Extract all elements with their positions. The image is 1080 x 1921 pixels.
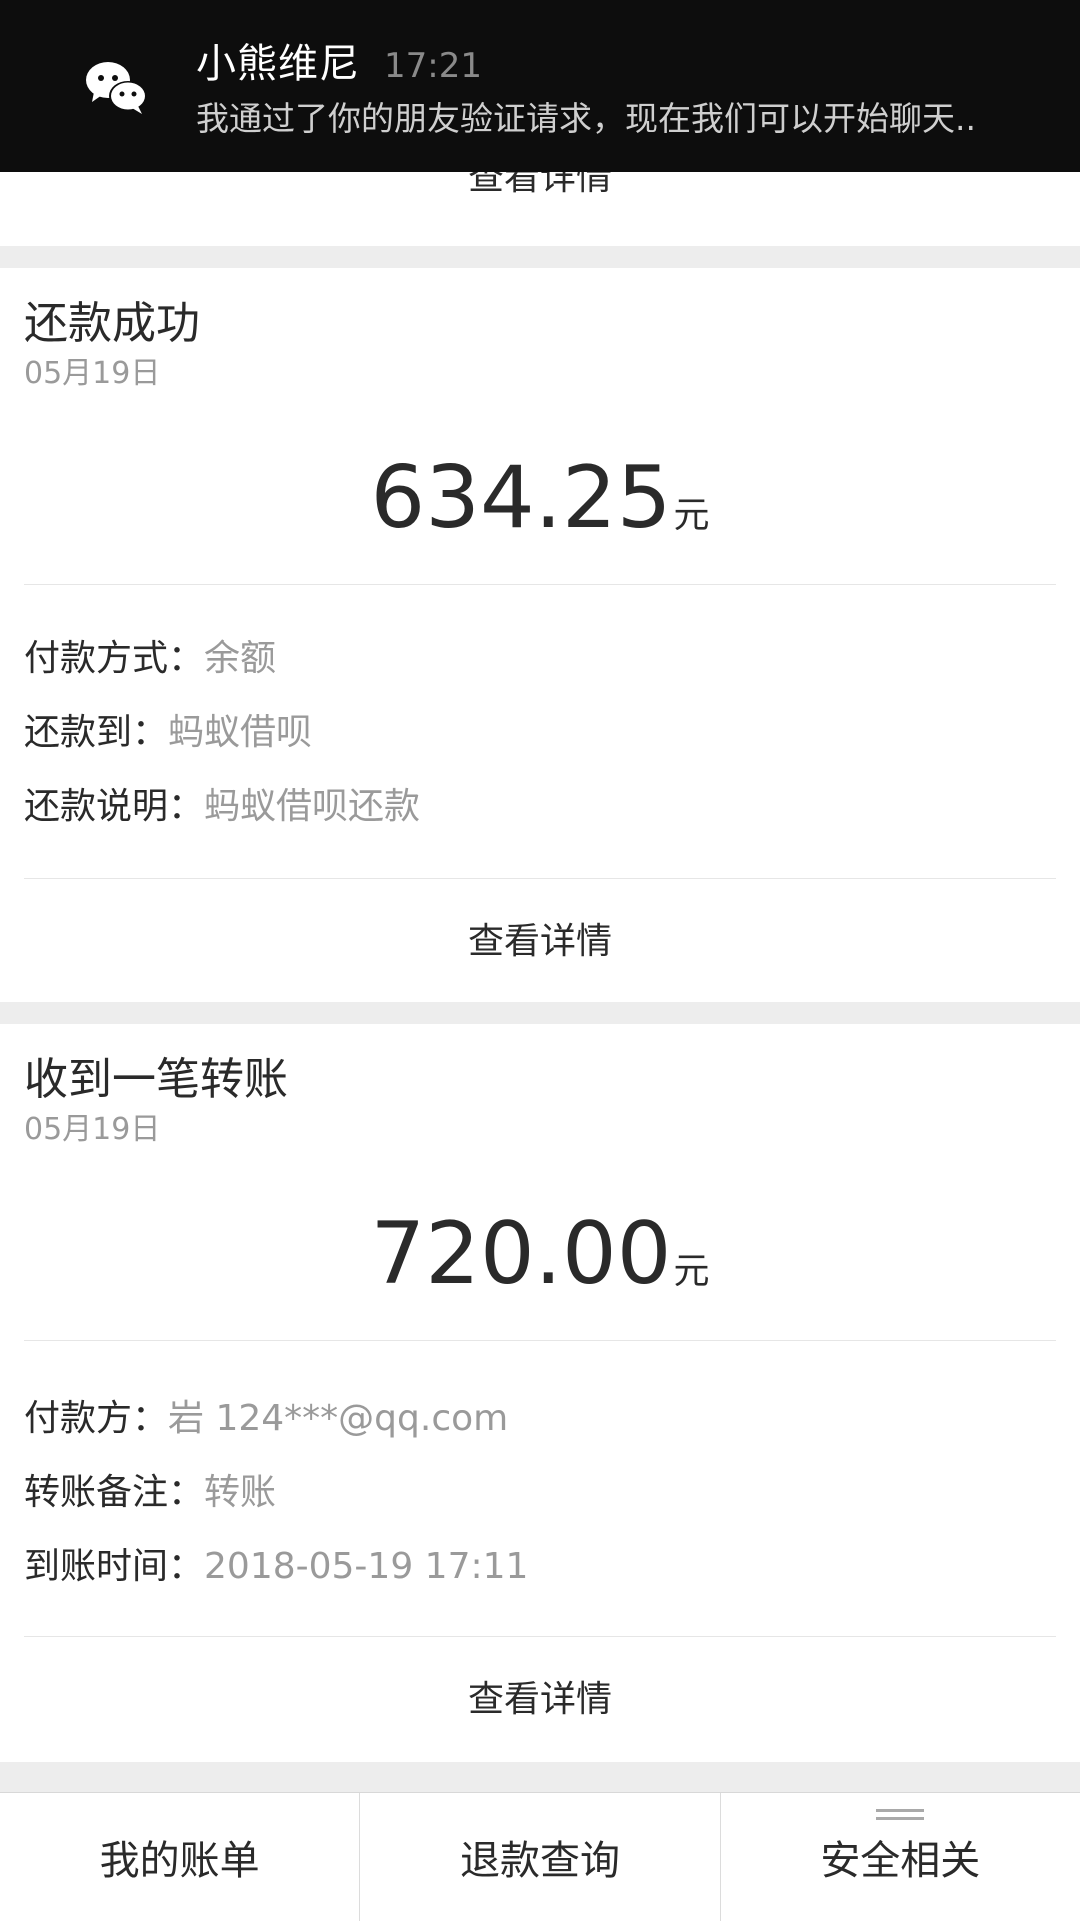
row-label: 付款方： [24,1398,169,1439]
row-value: 转账 [204,1472,277,1513]
detail-row-arrival-time: 到账时间：2018-05-19 17:11 [24,1542,528,1592]
card-title: 收到一笔转账 [24,1054,288,1105]
nav-label: 安全相关 [820,1838,981,1884]
card-date: 05月19日 [24,1112,161,1147]
row-value: 蚂蚁借呗 [168,712,313,753]
row-label: 转账备注： [24,1472,205,1513]
view-details-button[interactable]: 查看详情 [0,172,1080,204]
view-details-button[interactable]: 查看详情 [0,1674,1080,1726]
amount-value: 720.00 [370,1204,672,1304]
row-label: 到账时间： [24,1546,205,1587]
menu-icon [876,1809,925,1821]
divider [24,878,1056,879]
amount-unit: 元 [673,495,710,536]
notification-message: 我通过了你的朋友验证请求，现在我们可以开始聊天.. [196,99,976,138]
amount-value: 634.25 [370,448,672,548]
notification-time: 17:21 [384,46,482,86]
card-title: 还款成功 [24,298,200,349]
nav-label: 退款查询 [459,1838,620,1884]
repayment-card: 还款成功 05月19日 634.25元 付款方式：余额 还款到：蚂蚁借呗 还款说… [0,268,1080,1002]
nav-my-bills[interactable]: 我的账单 [0,1793,359,1921]
divider [24,1340,1056,1341]
partial-card: 查看详情 [0,172,1080,246]
nav-refund-query[interactable]: 退款查询 [359,1793,719,1921]
amount-display: 720.00元 [0,1204,1080,1304]
card-date: 05月19日 [24,356,161,391]
divider [24,1636,1056,1637]
detail-row-repay-note: 还款说明：蚂蚁借呗还款 [24,782,420,832]
amount-display: 634.25元 [0,448,1080,548]
row-value: 岩 124***@qq.com [168,1398,509,1439]
row-value: 蚂蚁借呗还款 [204,786,421,827]
row-label: 还款说明： [24,786,205,827]
detail-row-payer: 付款方：岩 124***@qq.com [24,1394,508,1444]
transfer-card: 收到一笔转账 05月19日 720.00元 付款方：岩 124***@qq.co… [0,1024,1080,1762]
row-value: 余额 [204,638,277,679]
row-value: 2018-05-19 17:11 [204,1546,529,1587]
nav-label: 我的账单 [99,1838,260,1884]
amount-unit: 元 [673,1251,710,1292]
row-label: 还款到： [24,712,169,753]
bottom-nav: 我的账单 退款查询 安全相关 [0,1792,1080,1921]
divider [24,584,1056,585]
detail-row-payment-method: 付款方式：余额 [24,634,276,684]
nav-security[interactable]: 安全相关 [719,1793,1080,1921]
detail-row-repay-to: 还款到：蚂蚁借呗 [24,708,312,758]
notification-banner[interactable]: 小熊维尼 17:21 我通过了你的朋友验证请求，现在我们可以开始聊天.. [0,0,1080,172]
detail-row-transfer-note: 转账备注：转账 [24,1468,276,1518]
notification-sender: 小熊维尼 [196,41,360,87]
wechat-icon [86,62,147,114]
row-label: 付款方式： [24,638,205,679]
view-details-button[interactable]: 查看详情 [0,916,1080,968]
